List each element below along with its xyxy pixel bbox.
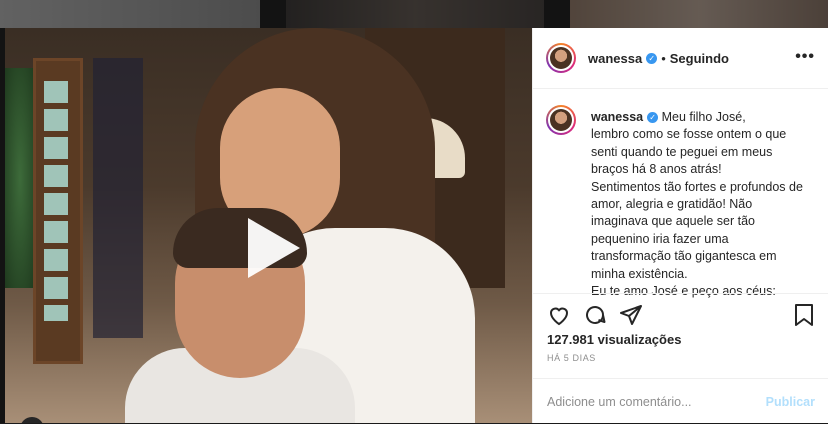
view-count[interactable]: 127.981 visualizações: [547, 332, 681, 347]
caption-section: wanessa ✓ Meu filho José, lembro como se …: [533, 89, 828, 321]
caption-line: Sentimentos tão fortes e profundos de: [591, 179, 803, 194]
comment-icon[interactable]: [583, 303, 607, 327]
caption-username[interactable]: wanessa: [591, 110, 643, 124]
caption-line: transformação tão gigantesca em: [591, 249, 777, 264]
caption-text: wanessa ✓ Meu filho José, lembro como se …: [591, 109, 819, 300]
avatar[interactable]: [546, 105, 576, 135]
caption-line: lembro como se fosse ontem o que: [591, 127, 787, 142]
post-timestamp[interactable]: HÁ 5 DIAS: [547, 353, 596, 363]
post-sidebar: wanessa ✓ • Seguindo ••• wanessa ✓ Meu fi…: [532, 28, 828, 423]
avatar[interactable]: [546, 43, 576, 73]
following-button[interactable]: Seguindo: [670, 51, 729, 66]
action-bar: [533, 293, 828, 334]
verified-badge-icon: ✓: [647, 112, 659, 124]
comment-bar: Adicione um comentário... Publicar: [533, 378, 828, 424]
post-video[interactable]: [5, 28, 532, 423]
caption-line: braços há 8 anos atrás!: [591, 162, 722, 177]
username-link[interactable]: wanessa: [588, 51, 642, 66]
comment-input[interactable]: Adicione um comentário...: [547, 395, 766, 409]
play-icon[interactable]: [248, 218, 300, 278]
verified-badge-icon: ✓: [646, 52, 658, 64]
bookmark-icon[interactable]: [793, 303, 815, 327]
caption-line: imaginava que aquele ser tão: [591, 214, 756, 229]
caption-line: pequenino iria fazer uma: [591, 231, 729, 246]
heart-icon[interactable]: [547, 303, 571, 327]
separator-dot: •: [661, 50, 666, 66]
user-tag-icon[interactable]: [20, 417, 44, 423]
caption-line: senti quando te peguei em meus: [591, 144, 773, 159]
caption-line: amor, alegria e gratidão! Não: [591, 197, 753, 212]
publish-button[interactable]: Publicar: [766, 395, 815, 409]
post-header: wanessa ✓ • Seguindo •••: [533, 28, 828, 89]
caption-line: Meu filho José,: [661, 110, 746, 124]
share-icon[interactable]: [619, 303, 643, 327]
more-options-icon[interactable]: •••: [795, 48, 815, 66]
caption-line: minha existência.: [591, 266, 688, 281]
